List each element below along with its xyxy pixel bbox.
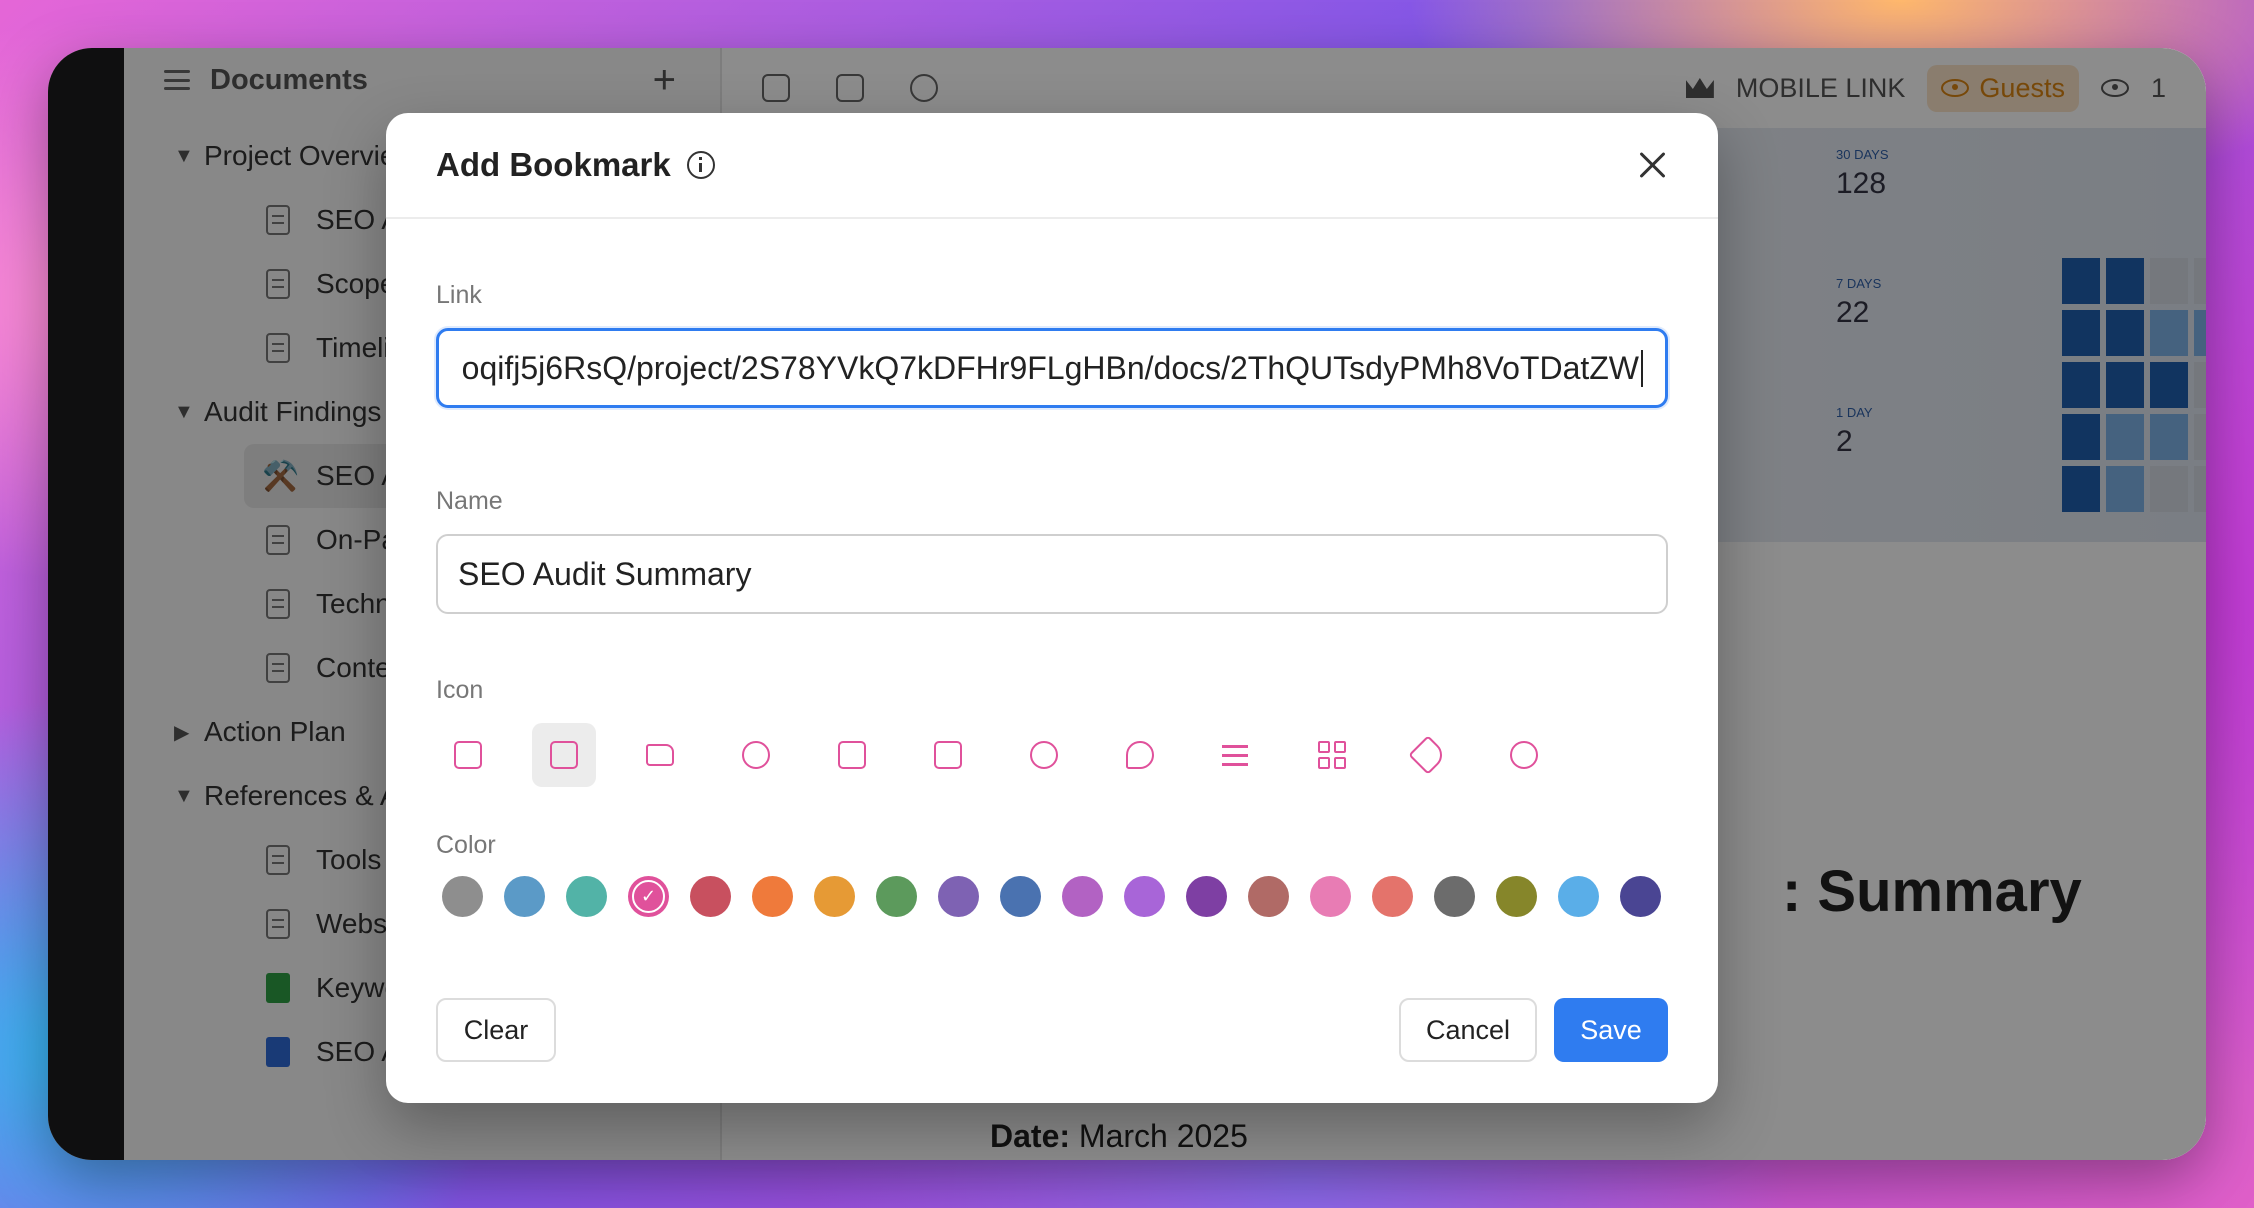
add-bookmark-dialog: Add Bookmark Link oqifj5j6RsQ/project/2S… (386, 113, 1718, 1103)
icon-option[interactable] (628, 723, 692, 787)
color-label: Color (436, 831, 496, 859)
grid-icon (1318, 741, 1346, 769)
icon-option[interactable] (436, 723, 500, 787)
calendar-icon (934, 741, 962, 769)
color-swatch[interactable] (1620, 876, 1661, 917)
name-input-value: SEO Audit Summary (458, 555, 752, 592)
name-input[interactable]: SEO Audit Summary (436, 534, 1668, 614)
color-swatch[interactable] (442, 876, 483, 917)
users-icon (1510, 741, 1538, 769)
icon-option[interactable] (724, 723, 788, 787)
color-swatch[interactable] (938, 876, 979, 917)
close-icon[interactable] (1638, 150, 1668, 180)
color-swatch[interactable] (752, 876, 793, 917)
icon-option[interactable] (1396, 723, 1460, 787)
icon-option[interactable] (1012, 723, 1076, 787)
icon-option[interactable] (1492, 723, 1556, 787)
document-icon (550, 741, 578, 769)
color-swatch[interactable] (504, 876, 545, 917)
color-swatch[interactable] (1248, 876, 1289, 917)
color-swatch[interactable] (690, 876, 731, 917)
color-swatch[interactable] (1124, 876, 1165, 917)
color-swatch[interactable] (1186, 876, 1227, 917)
check-circle-icon (1030, 741, 1058, 769)
icon-label: Icon (436, 676, 484, 704)
link-input[interactable]: oqifj5j6RsQ/project/2S78YVkQ7kDFHr9FLgHB… (436, 328, 1668, 408)
color-swatch[interactable] (1062, 876, 1103, 917)
save-button[interactable]: Save (1554, 998, 1668, 1062)
link-input-value: oqifj5j6RsQ/project/2S78YVkQ7kDFHr9FLgHB… (462, 349, 1643, 387)
icon-option[interactable] (916, 723, 980, 787)
list-icon (1222, 741, 1250, 769)
info-icon[interactable] (686, 151, 715, 179)
color-swatch[interactable] (1434, 876, 1475, 917)
color-swatch-selected[interactable] (628, 876, 669, 917)
color-swatch[interactable] (1558, 876, 1599, 917)
file-text-icon (838, 741, 866, 769)
external-link-icon (454, 741, 482, 769)
icon-picker (436, 723, 1556, 787)
icon-option[interactable] (1300, 723, 1364, 787)
color-swatch[interactable] (566, 876, 607, 917)
color-swatch[interactable] (1496, 876, 1537, 917)
icon-option[interactable] (820, 723, 884, 787)
color-swatch[interactable] (1372, 876, 1413, 917)
color-swatch[interactable] (876, 876, 917, 917)
tag-icon (1408, 735, 1448, 775)
user-icon (742, 741, 770, 769)
clear-button[interactable]: Clear (436, 998, 556, 1062)
color-swatch[interactable] (1310, 876, 1351, 917)
icon-option[interactable] (532, 723, 596, 787)
color-swatch[interactable] (1000, 876, 1041, 917)
icon-option[interactable] (1108, 723, 1172, 787)
folder-icon (646, 744, 674, 766)
dialog-header: Add Bookmark (386, 113, 1718, 219)
chat-bubble-icon (1126, 741, 1154, 769)
icon-option[interactable] (1204, 723, 1268, 787)
name-label: Name (436, 487, 503, 515)
cancel-button[interactable]: Cancel (1399, 998, 1537, 1062)
link-label: Link (436, 281, 482, 309)
color-picker (442, 876, 1661, 917)
dialog-title: Add Bookmark (436, 146, 671, 183)
color-swatch[interactable] (814, 876, 855, 917)
